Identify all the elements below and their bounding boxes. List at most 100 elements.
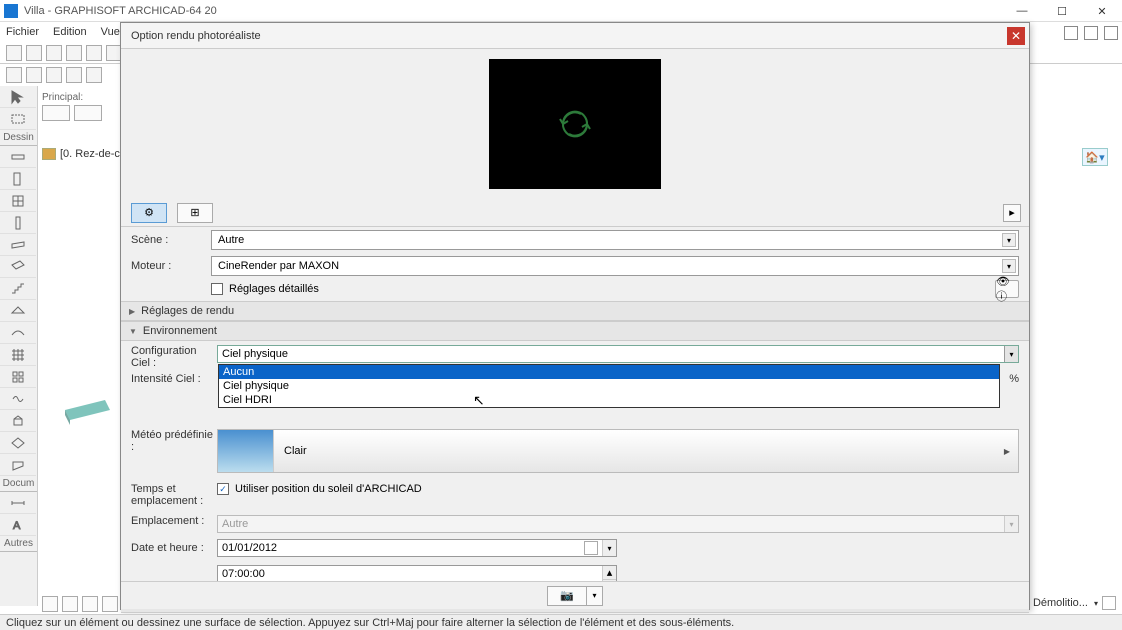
morph-tool[interactable] bbox=[0, 388, 36, 410]
renovation-filter[interactable]: Démolitio... ▾ bbox=[1033, 596, 1116, 610]
stair-tool[interactable] bbox=[0, 278, 36, 300]
mdi-max-icon[interactable] bbox=[1084, 26, 1098, 40]
shell-tool[interactable] bbox=[0, 322, 36, 344]
environment-body: Configuration Ciel : Ciel physique ▾ Auc… bbox=[121, 341, 1029, 585]
object-tool[interactable] bbox=[0, 410, 36, 432]
spinner-icon[interactable]: ▴▾ bbox=[602, 566, 616, 582]
scene-row: Scène : Autre ▾ bbox=[121, 227, 1029, 253]
time-location-label: Temps et emplacement : bbox=[131, 483, 217, 507]
app-icon bbox=[4, 4, 18, 18]
engine-combo[interactable]: CineRender par MAXON ▾ bbox=[211, 256, 1019, 276]
triangle-down-icon: ▼ bbox=[129, 327, 137, 336]
time-value: 07:00:00 bbox=[222, 568, 265, 580]
scene-value: Autre bbox=[218, 234, 244, 246]
tool-icon[interactable] bbox=[86, 45, 102, 61]
left-toolbox: Dessin Docum A Autres bbox=[0, 86, 38, 606]
toolbox-header-docum: Docum bbox=[0, 476, 37, 492]
dimension-tool[interactable] bbox=[0, 492, 36, 514]
view-tab-bar: [0. Rez-de-ch bbox=[42, 148, 126, 160]
location-row: Emplacement : Autre ▾ bbox=[121, 509, 1029, 535]
calendar-icon[interactable] bbox=[584, 541, 598, 555]
dropdown-option-aucun[interactable]: Aucun bbox=[219, 365, 999, 379]
menu-edit[interactable]: Edition bbox=[53, 26, 87, 38]
curtain-wall-tool[interactable] bbox=[0, 366, 36, 388]
quick-opt-icon[interactable] bbox=[82, 596, 98, 612]
time-location-row: Temps et emplacement : ✓ Utiliser positi… bbox=[121, 475, 1029, 509]
tool-icon[interactable] bbox=[26, 67, 42, 83]
dropdown-option-hdri[interactable]: Ciel HDRI bbox=[219, 393, 999, 407]
menu-view[interactable]: Vue bbox=[101, 26, 120, 38]
mdi-close-icon[interactable] bbox=[1104, 26, 1118, 40]
quick-opt-icon[interactable] bbox=[42, 596, 58, 612]
mesh-tool[interactable] bbox=[0, 344, 36, 366]
marquee-tool[interactable] bbox=[0, 108, 36, 130]
menu-file[interactable]: Fichier bbox=[6, 26, 39, 38]
datetime-label: Date et heure : bbox=[131, 542, 217, 554]
section-render-settings[interactable]: ▶ Réglages de rendu bbox=[121, 301, 1029, 321]
tool-icon[interactable] bbox=[46, 45, 62, 61]
preview-area bbox=[121, 49, 1029, 199]
expand-button[interactable]: ▸ bbox=[1003, 204, 1021, 222]
camera-button[interactable]: 📷 bbox=[547, 586, 587, 606]
quick-opt-icon[interactable] bbox=[62, 596, 78, 612]
redo-icon[interactable] bbox=[26, 45, 42, 61]
section-environment[interactable]: ▼ Environnement bbox=[121, 321, 1029, 341]
tool-icon[interactable] bbox=[66, 67, 82, 83]
arrow-tool[interactable] bbox=[0, 86, 36, 108]
undo-icon[interactable] bbox=[6, 45, 22, 61]
dialog-titlebar[interactable]: Option rendu photoréaliste bbox=[121, 23, 1029, 49]
wall-tool[interactable] bbox=[0, 146, 36, 168]
toolbox-header-design: Dessin bbox=[0, 130, 37, 146]
sky-config-label: Configuration Ciel : bbox=[131, 345, 217, 369]
text-tool[interactable]: A bbox=[0, 514, 36, 536]
triangle-right-icon: ▶ bbox=[129, 307, 135, 316]
roof-tool[interactable] bbox=[0, 300, 36, 322]
sky-config-combo[interactable]: Ciel physique ▾ Aucun Ciel physique Ciel… bbox=[217, 345, 1019, 363]
minimize-button[interactable]: — bbox=[1002, 0, 1042, 22]
eye-button[interactable]: 👁 ⓘ bbox=[995, 280, 1019, 298]
tab-settings-icon[interactable]: ⚙ bbox=[131, 203, 167, 223]
weather-thumbnail bbox=[218, 430, 274, 472]
tool-icon[interactable] bbox=[66, 45, 82, 61]
column-tool[interactable] bbox=[0, 212, 36, 234]
scene-combo[interactable]: Autre ▾ bbox=[211, 230, 1019, 250]
slab-tool[interactable] bbox=[0, 256, 36, 278]
folder-icon bbox=[42, 148, 56, 160]
svg-text:A: A bbox=[13, 520, 21, 532]
tool-extra[interactable] bbox=[0, 454, 36, 476]
maximize-button[interactable]: ☐ bbox=[1042, 0, 1082, 22]
quick-opt-icon[interactable] bbox=[102, 596, 118, 612]
principal-opt-2[interactable] bbox=[74, 105, 102, 121]
tool-icon[interactable] bbox=[6, 67, 22, 83]
weather-selector[interactable]: Clair ▶ bbox=[217, 429, 1019, 473]
window-tool[interactable] bbox=[0, 190, 36, 212]
triangle-right-icon: ▶ bbox=[1004, 447, 1010, 456]
principal-label: Principal: bbox=[42, 92, 117, 103]
location-label: Emplacement : bbox=[131, 515, 217, 527]
location-value: Autre bbox=[222, 518, 248, 530]
scene-label: Scène : bbox=[131, 234, 211, 246]
status-bar: Cliquez sur un élément ou dessinez une s… bbox=[0, 614, 1122, 630]
close-button[interactable]: ✕ bbox=[1082, 0, 1122, 22]
mdi-min-icon[interactable] bbox=[1064, 26, 1078, 40]
navigator-button[interactable]: 🏠▾ bbox=[1082, 148, 1108, 166]
dialog-close-button[interactable]: ✕ bbox=[1007, 27, 1025, 45]
detailed-checkbox[interactable] bbox=[211, 283, 223, 295]
zone-tool[interactable] bbox=[0, 432, 36, 454]
dropdown-option-physique[interactable]: Ciel physique bbox=[219, 379, 999, 393]
tool-icon[interactable] bbox=[46, 67, 62, 83]
tool-icon[interactable] bbox=[86, 67, 102, 83]
engine-label: Moteur : bbox=[131, 260, 211, 272]
detailed-label: Réglages détaillés bbox=[229, 283, 319, 295]
date-input[interactable]: 01/01/2012 ▾ bbox=[217, 539, 617, 557]
use-sun-checkbox[interactable]: ✓ bbox=[217, 483, 229, 495]
door-tool[interactable] bbox=[0, 168, 36, 190]
chevron-down-icon: ▾ bbox=[1002, 233, 1016, 247]
tab-size-icon[interactable]: ⊞ bbox=[177, 203, 213, 223]
expand-icon[interactable] bbox=[1102, 596, 1116, 610]
beam-tool[interactable] bbox=[0, 234, 36, 256]
camera-dropdown[interactable]: ▾ bbox=[587, 586, 603, 606]
principal-opt-1[interactable] bbox=[42, 105, 70, 121]
weather-value: Clair bbox=[284, 445, 307, 457]
view-tab[interactable]: [0. Rez-de-ch bbox=[60, 148, 126, 160]
